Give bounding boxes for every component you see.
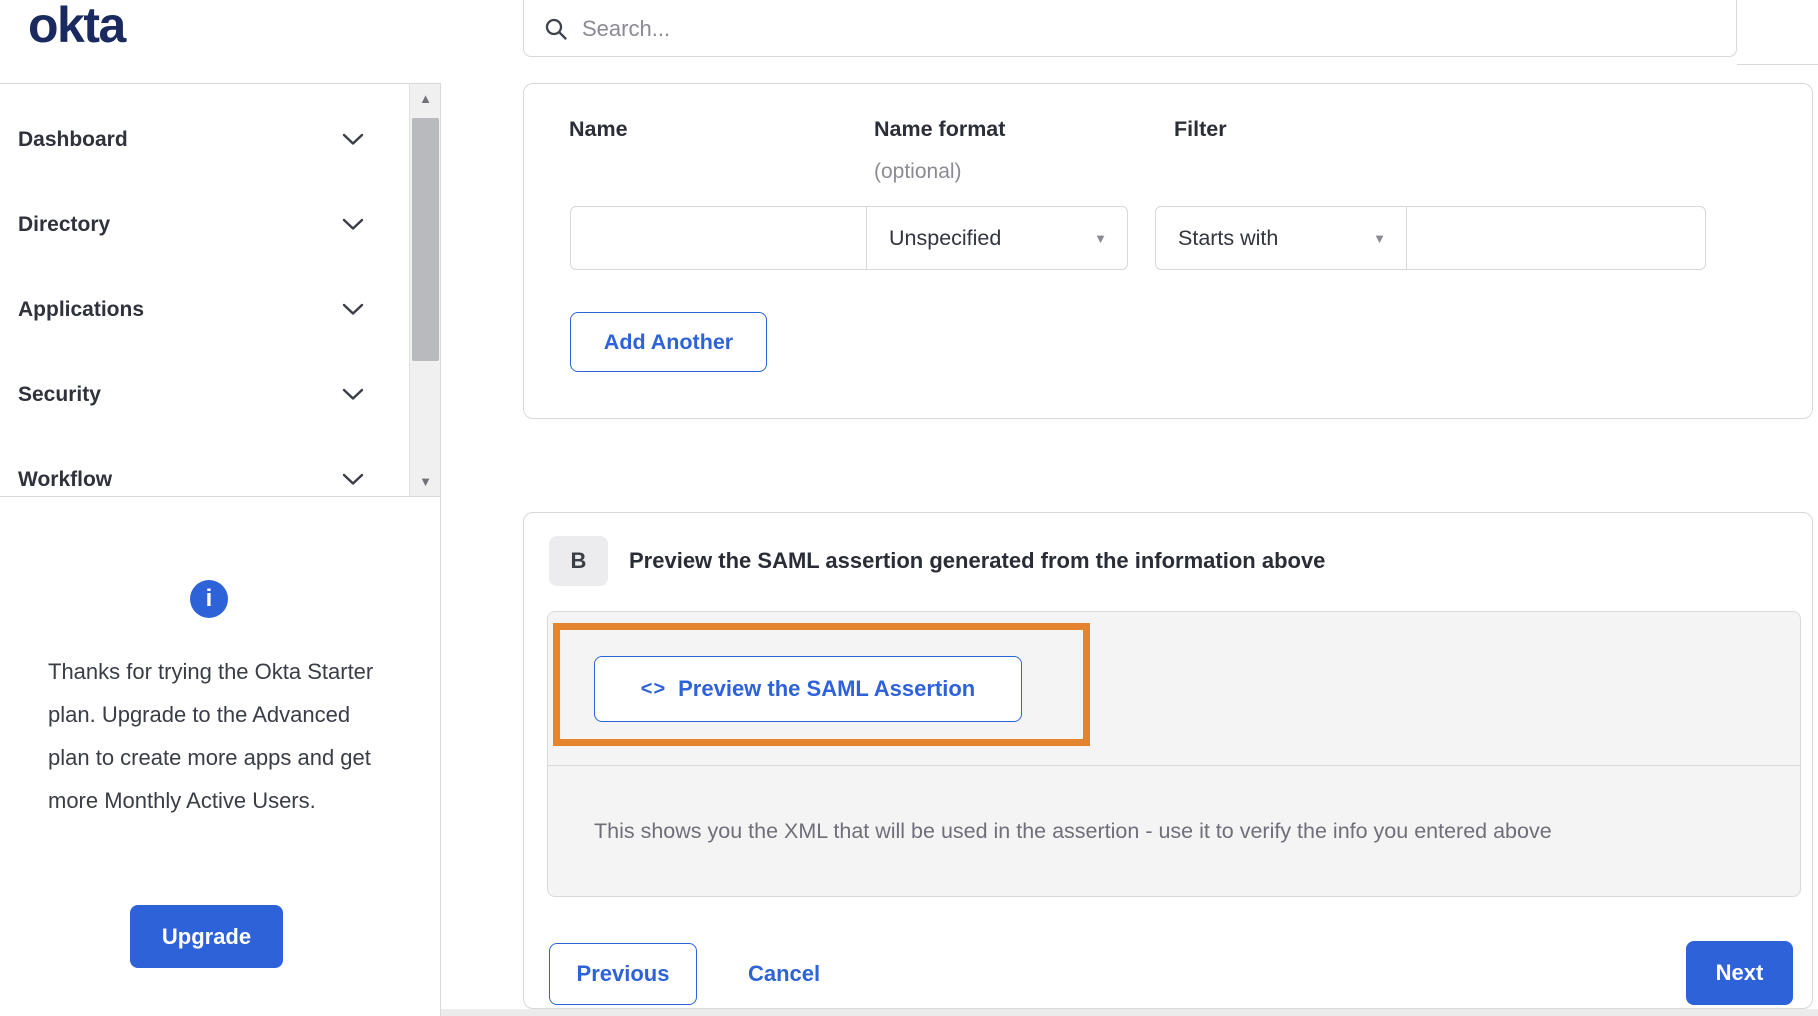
sidebar-item-label: Applications	[18, 298, 144, 322]
upgrade-button[interactable]: Upgrade	[130, 905, 283, 968]
preview-panel-note-row: This shows you the XML that will be used…	[548, 766, 1800, 896]
scroll-down-icon[interactable]: ▼	[410, 475, 441, 488]
dropdown-caret-icon: ▼	[1094, 231, 1107, 246]
sidebar-item-label: Workflow	[18, 468, 112, 492]
sidebar-item-workflow[interactable]: Workflow	[0, 437, 408, 497]
chevron-down-icon	[342, 388, 364, 401]
sidebar-nav: Dashboard Directory Applications Securit…	[0, 83, 441, 497]
sidebar-item-dashboard[interactable]: Dashboard	[0, 97, 408, 182]
saml-preview-card: B Preview the SAML assertion generated f…	[523, 512, 1813, 1009]
search-input[interactable]	[582, 16, 1716, 42]
name-format-value: Unspecified	[889, 226, 1001, 251]
dropdown-caret-icon: ▼	[1373, 231, 1386, 246]
chevron-down-icon	[342, 133, 364, 146]
step-badge: B	[549, 536, 608, 586]
step-header: B Preview the SAML assertion generated f…	[549, 536, 1325, 586]
info-icon: i	[190, 580, 228, 618]
name-label: Name	[569, 117, 628, 142]
sidebar-item-security[interactable]: Security	[0, 352, 408, 437]
preview-panel-top: <> Preview the SAML Assertion	[548, 612, 1800, 766]
scrollbar-thumb[interactable]	[412, 118, 439, 361]
filter-value-input[interactable]	[1406, 206, 1706, 270]
scroll-up-icon[interactable]: ▲	[410, 92, 441, 105]
next-button[interactable]: Next	[1686, 941, 1793, 1005]
filter-label: Filter	[1174, 117, 1227, 142]
global-search-box	[523, 0, 1737, 57]
sidebar-divider	[440, 83, 441, 1016]
sidebar-item-directory[interactable]: Directory	[0, 182, 408, 267]
sidebar-menu: Dashboard Directory Applications Securit…	[0, 84, 408, 497]
sidebar-item-label: Directory	[18, 213, 110, 237]
name-format-label: Name format	[874, 117, 1005, 142]
name-input[interactable]	[570, 206, 867, 270]
name-format-select[interactable]: Unspecified ▼	[866, 206, 1128, 270]
preview-saml-assertion-button[interactable]: <> Preview the SAML Assertion	[594, 656, 1022, 722]
sidebar-scrollbar[interactable]: ▲ ▼	[409, 84, 441, 496]
search-icon	[544, 17, 568, 41]
plan-notice-text: Thanks for trying the Okta Starter plan.…	[48, 650, 388, 822]
chevron-down-icon	[342, 218, 364, 231]
okta-logo[interactable]: okta	[28, 0, 125, 54]
cancel-button[interactable]: Cancel	[748, 943, 820, 1005]
preview-panel: <> Preview the SAML Assertion This shows…	[547, 611, 1801, 897]
name-format-hint: (optional)	[874, 160, 962, 184]
sidebar-item-label: Dashboard	[18, 128, 128, 152]
okta-admin-console: okta Dashboard Directory Applica	[0, 0, 1818, 1016]
preview-note: This shows you the XML that will be used…	[594, 819, 1552, 844]
preview-button-label: Preview the SAML Assertion	[678, 676, 975, 702]
filter-operator-select[interactable]: Starts with ▼	[1155, 206, 1407, 270]
sidebar-item-label: Security	[18, 383, 101, 407]
chevron-down-icon	[342, 303, 364, 316]
previous-button[interactable]: Previous	[549, 943, 697, 1005]
topbar-border	[1737, 64, 1818, 65]
chevron-down-icon	[342, 473, 364, 486]
filter-operator-value: Starts with	[1178, 226, 1278, 251]
step-heading: Preview the SAML assertion generated fro…	[629, 548, 1325, 574]
attribute-statements-card: Name Name format (optional) Filter Unspe…	[523, 83, 1813, 419]
sidebar-item-applications[interactable]: Applications	[0, 267, 408, 352]
bottom-strip	[441, 1009, 1818, 1016]
add-another-button[interactable]: Add Another	[570, 312, 767, 372]
code-icon: <>	[641, 678, 666, 701]
